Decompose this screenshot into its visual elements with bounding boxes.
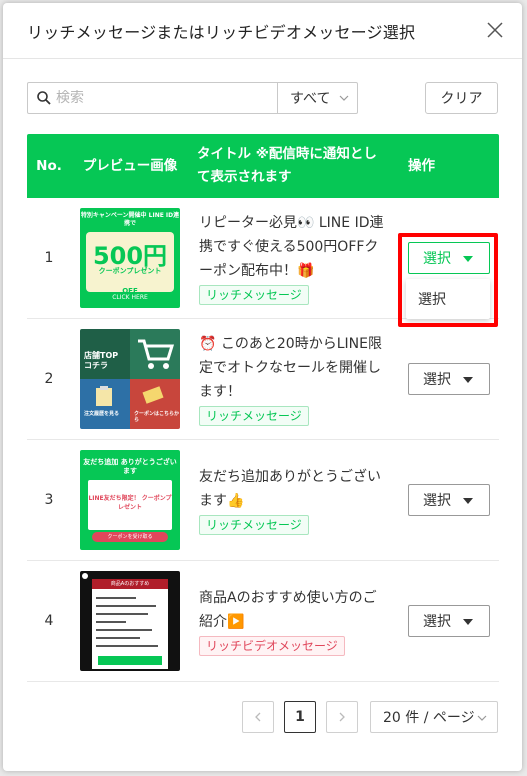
preview-cta: CLICK HERE: [104, 293, 156, 303]
preview-small-text-2: クーポンはこちらから: [134, 411, 180, 423]
select-button[interactable]: 選択: [408, 484, 490, 516]
toolbar: すべて クリア: [27, 82, 498, 114]
title-cell: 友だち追加ありがとうございます👍 リッチメッセージ: [189, 465, 394, 535]
row-number: 2: [44, 371, 54, 387]
video-indicator-icon: [82, 573, 88, 579]
shopping-cart-icon: [138, 339, 174, 369]
pagination: 1 20 件 / ページ: [232, 700, 498, 734]
title-cell: 商品Aのおすすめ使い方のご紹介▶️ リッチビデオメッセージ: [189, 586, 394, 656]
caret-down-icon: [463, 256, 473, 262]
prev-page-button[interactable]: [242, 701, 274, 733]
type-tag: リッチビデオメッセージ: [199, 636, 345, 656]
type-tag: リッチメッセージ: [199, 285, 309, 305]
operation-cell: 選択: [394, 484, 499, 516]
select-button-label: 選択: [423, 251, 451, 267]
select-button-label: 選択: [423, 614, 451, 630]
search-input[interactable]: [56, 90, 256, 106]
row-number: 1: [44, 250, 54, 266]
type-tag: リッチメッセージ: [199, 515, 309, 535]
filter-select[interactable]: すべて: [277, 83, 359, 113]
close-icon[interactable]: [486, 21, 504, 39]
title-cell: リピーター必見👀 LINE ID連携ですぐ使える500円OFFクーポン配布中！🎁…: [189, 211, 394, 305]
chevron-right-icon: [339, 712, 345, 722]
preview-image[interactable]: 特別キャンペーン開催中 LINE ID連携で 500円OFF クーポンプレゼント…: [80, 208, 180, 308]
preview-small-text: 注文履歴を見る: [84, 411, 120, 417]
preview-subtitle: クーポンプレゼント: [98, 267, 162, 275]
page-size-value: 20 件 / ページ: [383, 710, 475, 726]
table-row: 2 店舗TOP コチラ 注文履歴を見る クーポンはこちらから ⏰ このあと20時…: [27, 319, 499, 440]
preview-cta: クーポンを受け取る: [92, 532, 168, 542]
preview-coupon-card: LINE友だち限定！ クーポンプレゼント: [88, 480, 172, 530]
clipboard-icon: [96, 386, 112, 406]
search-box: すべて: [27, 82, 358, 114]
message-title: 友だち追加ありがとうございます👍: [199, 469, 381, 509]
preview-image[interactable]: 友だち追加 ありがとうございます LINE友だち限定！ クーポンプレゼント クー…: [80, 450, 180, 550]
filter-select-value: すべて: [290, 91, 331, 107]
search-icon: [37, 91, 51, 105]
preview-image[interactable]: 商品Aのおすすめ: [80, 571, 180, 671]
message-table: No. プレビュー画像 タイトル ※配信時に通知として表示されます 操作 1 特…: [27, 134, 499, 682]
preview-cell: 店舗TOP コチラ 注文履歴を見る クーポンはこちらから: [71, 329, 189, 429]
preview-header-text-2: コチラ: [84, 361, 108, 370]
coupon-icon: [142, 386, 164, 404]
type-tag: リッチメッセージ: [199, 406, 309, 426]
preview-card-text: LINE友だち限定！ クーポンプレゼント: [88, 495, 172, 511]
header-operation: 操作: [408, 157, 435, 174]
operation-cell: 選択: [394, 242, 499, 274]
message-title: ⏰ このあと20時からLINE限定でオトクなセールを開催します！: [199, 336, 382, 400]
select-button-label: 選択: [423, 493, 451, 509]
table-row: 4 商品Aのおすすめ 商品Aのおすすめ使い方のご紹介▶️ リッチビデオメッセージ…: [27, 561, 499, 682]
select-button-label: 選択: [423, 372, 451, 388]
table-header: No. プレビュー画像 タイトル ※配信時に通知として表示されます 操作: [27, 134, 499, 198]
preview-coupon-card: 500円OFF クーポンプレゼント CLICK HERE: [86, 232, 174, 303]
message-title: リピーター必見👀 LINE ID連携ですぐ使える500円OFFクーポン配布中！🎁: [199, 215, 384, 279]
select-button[interactable]: 選択: [408, 605, 490, 637]
select-button[interactable]: 選択: [408, 242, 490, 274]
clear-button[interactable]: クリア: [425, 82, 498, 114]
preview-header-text: 友だち追加 ありがとうございます: [83, 458, 177, 475]
select-dropdown-option[interactable]: 選択: [406, 279, 490, 319]
operation-cell: 選択: [394, 605, 499, 637]
caret-down-icon: [463, 498, 473, 504]
preview-cell: 友だち追加 ありがとうございます LINE友だち限定！ クーポンプレゼント クー…: [71, 450, 189, 550]
caret-down-icon: [463, 619, 473, 625]
preview-header-text: 店舗TOP: [84, 351, 119, 360]
table-row: 3 友だち追加 ありがとうございます LINE友だち限定！ クーポンプレゼント …: [27, 440, 499, 561]
operation-cell: 選択: [394, 363, 499, 395]
preview-cell: 商品Aのおすすめ: [71, 571, 189, 671]
header-no: No.: [36, 157, 62, 174]
page-size-select[interactable]: 20 件 / ページ: [370, 701, 498, 733]
message-title: 商品Aのおすすめ使い方のご紹介▶️: [199, 590, 377, 630]
chevron-down-icon: [339, 95, 349, 101]
chevron-down-icon: [477, 715, 487, 721]
message-select-modal: リッチメッセージまたはリッチビデオメッセージ選択 すべて クリア No. プレビ…: [3, 3, 522, 771]
next-page-button[interactable]: [326, 701, 358, 733]
header-preview: プレビュー画像: [82, 157, 178, 174]
select-button[interactable]: 選択: [408, 363, 490, 395]
row-number: 3: [44, 492, 54, 508]
preview-image[interactable]: 店舗TOP コチラ 注文履歴を見る クーポンはこちらから: [80, 329, 180, 429]
caret-down-icon: [463, 377, 473, 383]
row-number: 4: [44, 613, 54, 629]
preview-cell: 特別キャンペーン開催中 LINE ID連携で 500円OFF クーポンプレゼント…: [71, 208, 189, 308]
title-cell: ⏰ このあと20時からLINE限定でオトクなセールを開催します！ リッチメッセー…: [189, 332, 394, 426]
preview-document: 商品Aのおすすめ: [92, 579, 168, 669]
chevron-left-icon: [255, 712, 261, 722]
header-title: タイトル ※配信時に通知として表示されます: [197, 146, 377, 185]
current-page[interactable]: 1: [284, 701, 316, 733]
preview-header-text: 特別キャンペーン開催中 LINE ID連携で: [80, 212, 180, 227]
modal-title: リッチメッセージまたはリッチビデオメッセージ選択: [27, 22, 416, 42]
preview-header-text: 商品Aのおすすめ: [92, 579, 168, 589]
modal-header: リッチメッセージまたはリッチビデオメッセージ選択: [3, 3, 522, 59]
